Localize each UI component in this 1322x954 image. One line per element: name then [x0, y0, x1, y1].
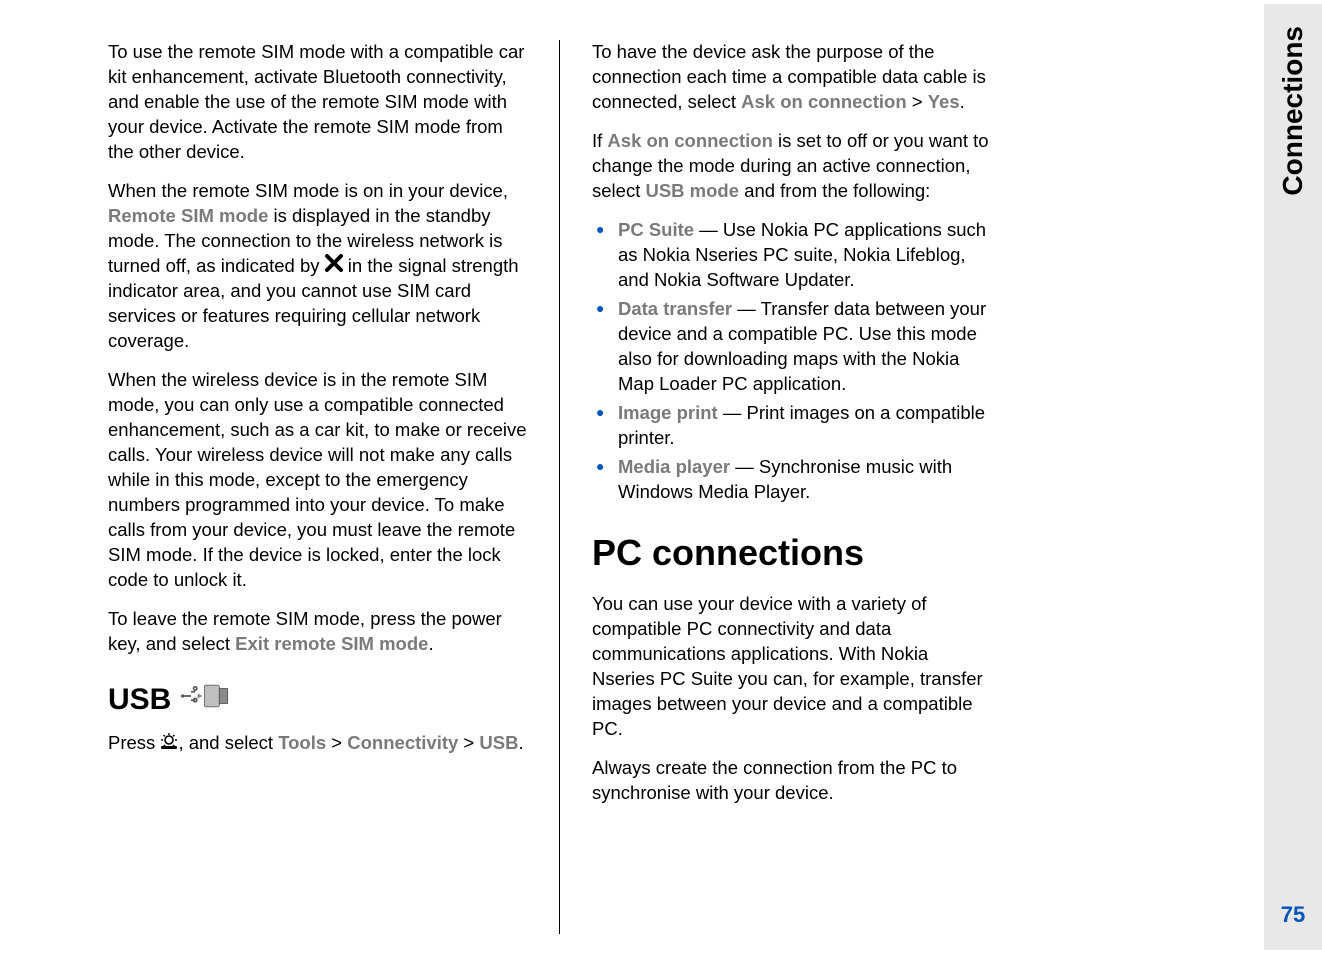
pc-connections-heading: PC connections [592, 532, 992, 574]
text: If [592, 130, 607, 151]
ui-label-yes: Yes [928, 91, 960, 112]
text: > [907, 91, 928, 112]
ui-label-exit-remote-sim: Exit remote SIM mode [235, 633, 428, 654]
list-item: PC Suite — Use Nokia PC applications suc… [592, 218, 992, 293]
text: and from the following: [739, 180, 930, 201]
paragraph: When the remote SIM mode is on in your d… [108, 179, 527, 354]
paragraph: To leave the remote SIM mode, press the … [108, 607, 527, 657]
page-container: To use the remote SIM mode with a compat… [0, 0, 1322, 954]
paragraph: You can use your device with a variety o… [592, 592, 992, 742]
ui-label-media-player: Media player [618, 456, 730, 477]
paragraph: When the wireless device is in the remot… [108, 368, 527, 593]
ui-label-remote-sim: Remote SIM mode [108, 205, 268, 226]
usb-heading-text: USB [108, 683, 171, 717]
list-item: Data transfer — Transfer data between yo… [592, 297, 992, 397]
text: > [458, 732, 479, 753]
list-item: Media player — Synchronise music with Wi… [592, 455, 992, 505]
ui-label-usb: USB [479, 732, 518, 753]
ui-label-data-transfer: Data transfer [618, 298, 732, 319]
side-tab-label: Connections [1277, 26, 1309, 196]
ui-label-ask-on-connection: Ask on connection [607, 130, 773, 151]
paragraph: To use the remote SIM mode with a compat… [108, 40, 527, 165]
text: . [428, 633, 433, 654]
usb-mode-list: PC Suite — Use Nokia PC applications suc… [592, 218, 992, 505]
usb-icon [181, 681, 231, 719]
paragraph: Press , and select Tools > Connectivity … [108, 731, 527, 757]
list-item: Image print — Print images on a compatib… [592, 401, 992, 451]
text: > [326, 732, 347, 753]
paragraph: To have the device ask the purpose of th… [592, 40, 992, 115]
menu-key-icon [160, 732, 178, 757]
side-tab: Connections 75 [1264, 4, 1322, 950]
text: . [518, 732, 523, 753]
ui-label-image-print: Image print [618, 402, 718, 423]
ui-label-ask-on-connection: Ask on connection [741, 91, 907, 112]
cross-icon [325, 254, 343, 279]
ui-label-connectivity: Connectivity [347, 732, 458, 753]
page-number: 75 [1264, 902, 1322, 928]
usb-heading: USB [108, 681, 527, 719]
paragraph: Always create the connection from the PC… [592, 756, 992, 806]
text: , and select [178, 732, 278, 753]
text: When the remote SIM mode is on in your d… [108, 180, 508, 201]
paragraph: If Ask on connection is set to off or yo… [592, 129, 992, 204]
left-column: To use the remote SIM mode with a compat… [108, 40, 560, 934]
text: Press [108, 732, 160, 753]
right-column: To have the device ask the purpose of th… [560, 40, 1012, 934]
text: . [960, 91, 965, 112]
ui-label-tools: Tools [278, 732, 326, 753]
ui-label-pc-suite: PC Suite [618, 219, 694, 240]
ui-label-usb-mode: USB mode [645, 180, 739, 201]
